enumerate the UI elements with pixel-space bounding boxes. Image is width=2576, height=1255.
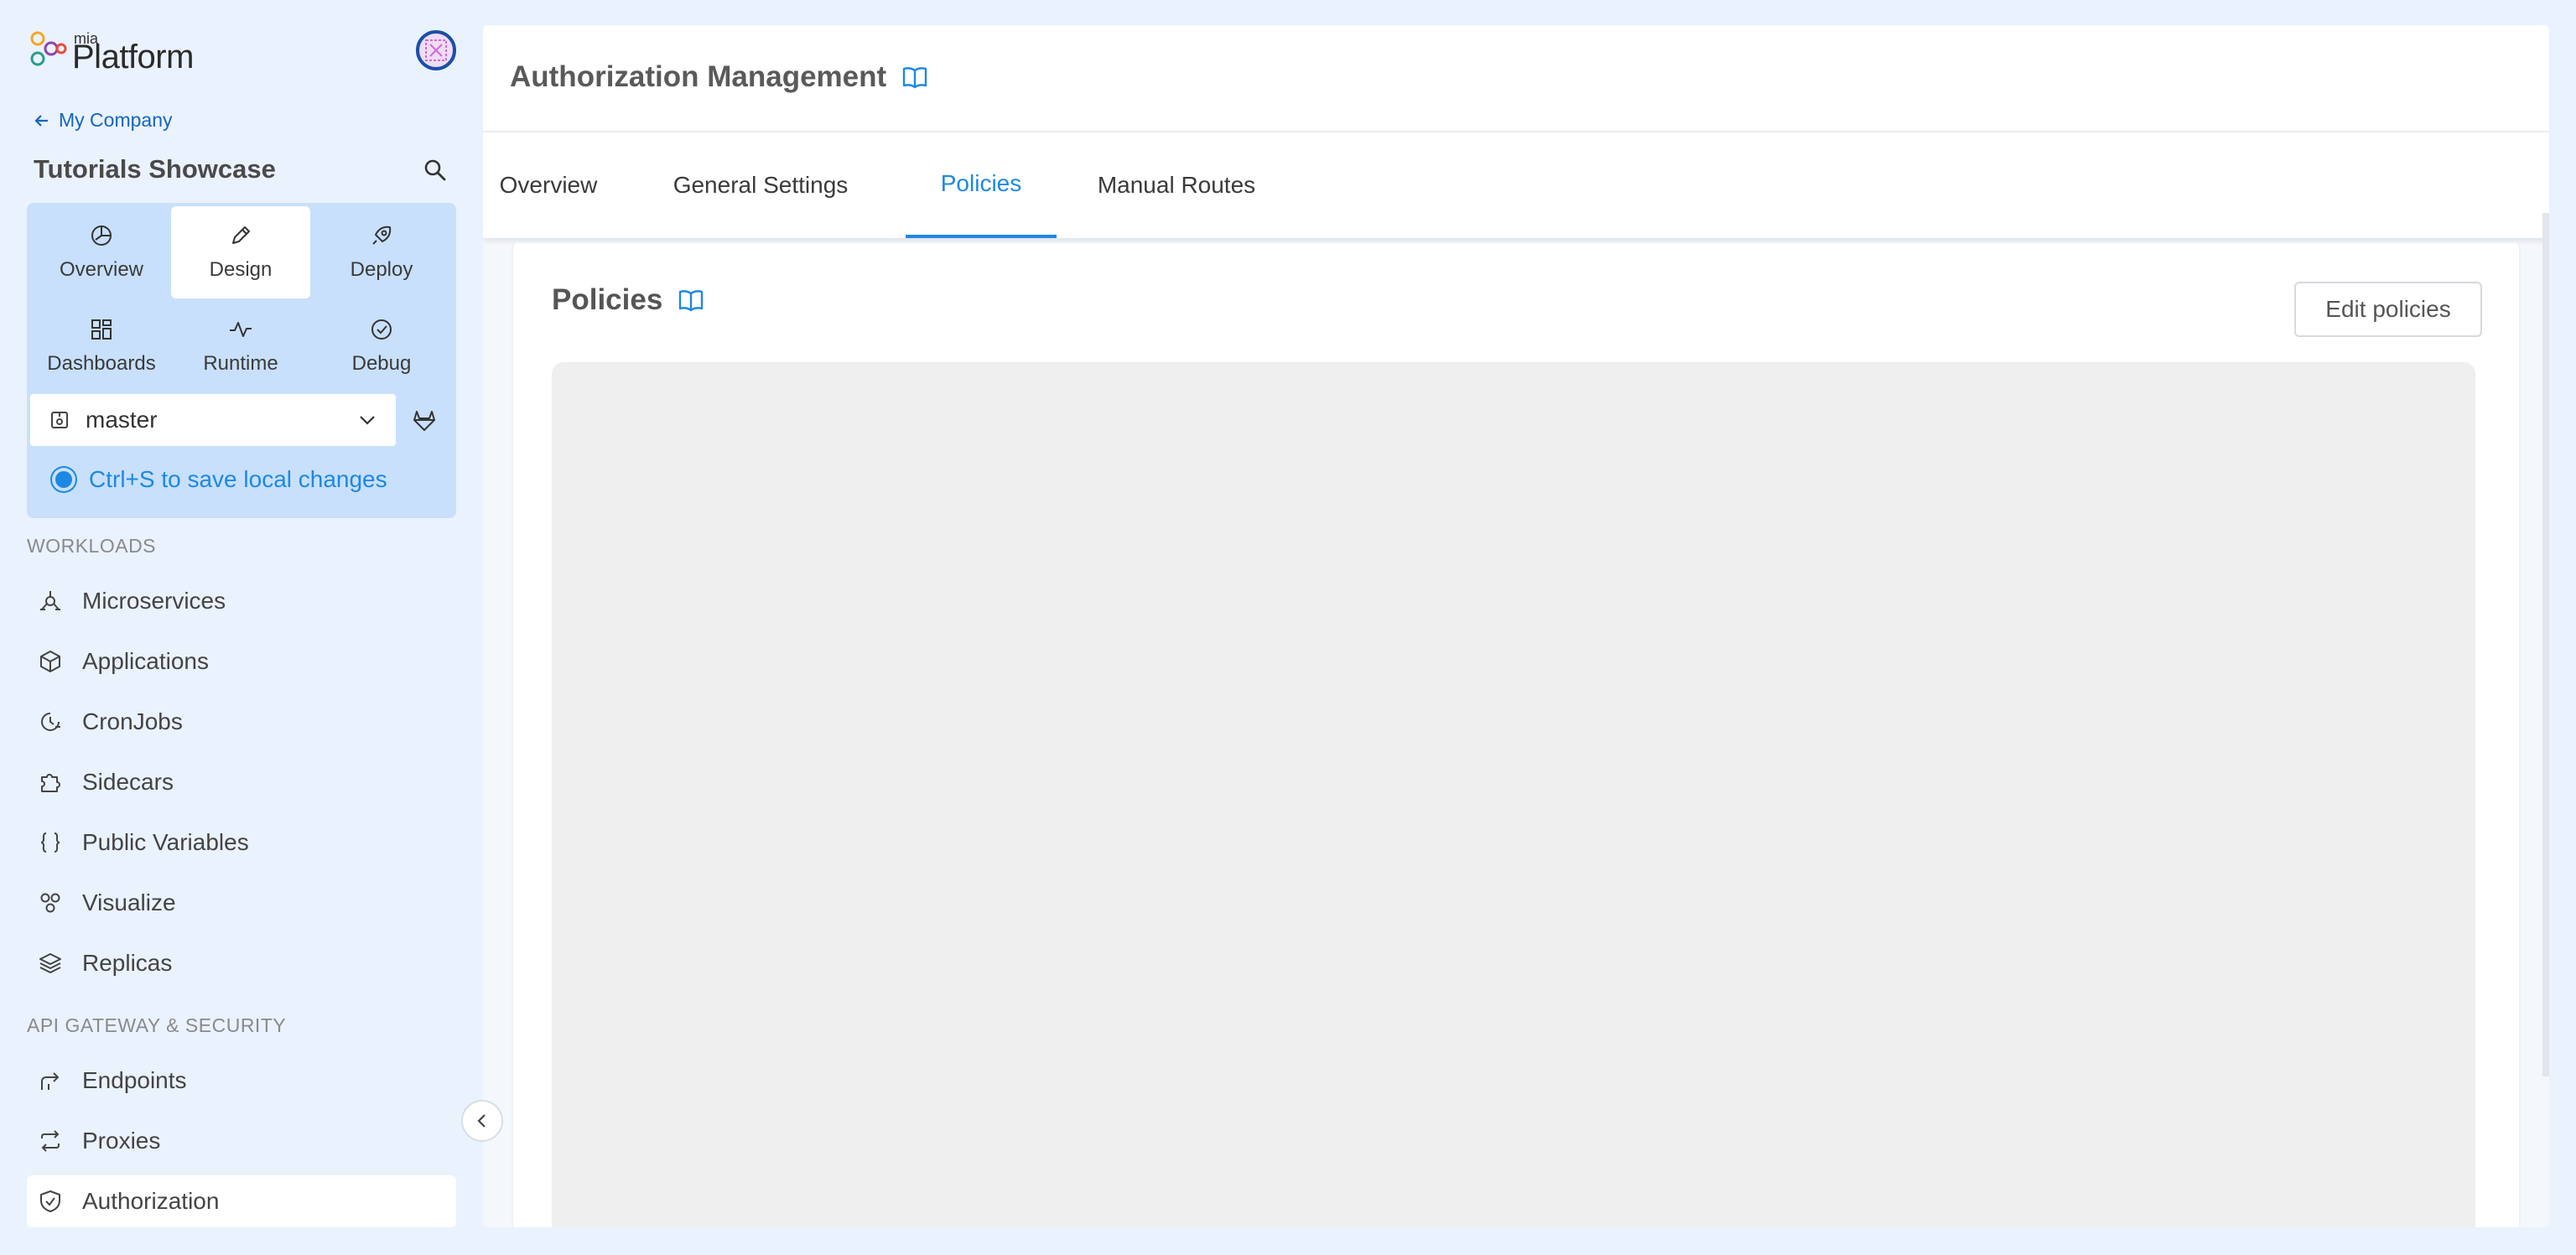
tabs-bar: Overview General Settings Policies Manua… [483, 132, 2549, 238]
tab-general-settings[interactable]: General Settings [666, 132, 855, 238]
status-dot-icon [55, 471, 72, 488]
menu-item-visualize[interactable]: Visualize [27, 877, 456, 929]
policies-editor[interactable] [552, 362, 2475, 1227]
page-title: Authorization Management [510, 60, 928, 94]
card-title: Policies [552, 283, 704, 317]
nav-tile-design[interactable]: Design [171, 206, 310, 298]
scrollbar[interactable] [2542, 213, 2549, 1076]
book-open-icon[interactable] [901, 65, 928, 90]
sidebar: mia Platform My Company Tutorials Showca… [0, 0, 470, 1255]
puzzle-icon [41, 774, 60, 792]
section-label-workloads: WORKLOADS [27, 535, 157, 557]
nav-tile-label: Overview [59, 258, 144, 281]
tab-policies[interactable]: Policies [906, 132, 1057, 238]
grid-icon [91, 319, 112, 340]
chevron-left-icon [477, 1114, 486, 1128]
shield-icon [40, 1190, 60, 1212]
chevron-down-icon [360, 416, 375, 425]
search-icon[interactable] [423, 158, 448, 183]
branch-value: master [86, 407, 158, 433]
endpoint-icon [41, 1072, 60, 1090]
main-content: Authorization Management Overview Genera… [483, 25, 2549, 1227]
logo-text-platform: Platform [72, 39, 194, 75]
nav-tile-label: Runtime [203, 352, 278, 375]
layers-icon [39, 953, 61, 973]
menu-item-sidecars[interactable]: Sidecars [27, 756, 456, 808]
swap-icon [41, 1130, 60, 1152]
nodes-icon [40, 893, 60, 913]
back-link-label: My Company [59, 109, 173, 131]
menu-item-microservices[interactable]: Microservices [27, 575, 456, 627]
menu-item-label: Visualize [82, 889, 176, 915]
card-title-text: Policies [552, 283, 663, 316]
page-title-text: Authorization Management [510, 60, 887, 93]
user-avatar[interactable] [416, 30, 456, 70]
menu-item-authorization[interactable]: Authorization [27, 1175, 456, 1227]
menu-item-label: Replicas [82, 950, 173, 976]
section-nav-panel: Overview Design Deploy Dashboards Runtim… [27, 203, 456, 518]
arrow-left-icon [34, 114, 48, 127]
nav-tile-dashboards[interactable]: Dashboards [32, 300, 171, 392]
mia-platform-logo[interactable]: mia Platform [30, 29, 215, 75]
nav-tile-runtime[interactable]: Runtime [171, 300, 310, 392]
braces-icon [40, 832, 60, 853]
menu-item-label: CronJobs [82, 708, 183, 734]
microservice-icon [40, 591, 60, 610]
nav-tile-label: Dashboards [47, 352, 156, 375]
menu-item-replicas[interactable]: Replicas [27, 937, 456, 989]
section-label-api-gateway: API GATEWAY & SECURITY [27, 1014, 287, 1036]
menu-item-label: Microservices [82, 588, 226, 614]
edit-policies-button[interactable]: Edit policies [2294, 282, 2482, 337]
menu-item-label: Authorization [82, 1188, 220, 1214]
save-hint-text: Ctrl+S to save local changes [89, 466, 387, 492]
avatar-pattern-icon [425, 39, 447, 61]
clock-icon [41, 713, 60, 731]
rocket-icon [372, 226, 392, 245]
menu-item-public-variables[interactable]: Public Variables [27, 817, 456, 869]
menu-item-applications[interactable]: Applications [27, 635, 456, 687]
nav-tile-debug[interactable]: Debug [312, 300, 451, 392]
cube-icon [40, 651, 60, 672]
logo-icon [30, 31, 67, 66]
branch-select[interactable]: master [30, 394, 396, 446]
tab-manual-routes[interactable]: Manual Routes [1090, 132, 1263, 238]
nav-tile-deploy[interactable]: Deploy [312, 206, 451, 298]
book-open-icon[interactable] [678, 288, 704, 313]
menu-item-label: Applications [82, 648, 209, 674]
nav-tile-label: Design [209, 258, 273, 281]
gitlab-icon[interactable] [411, 407, 438, 434]
back-to-company-link[interactable]: My Company [34, 109, 172, 132]
pencil-icon [232, 226, 250, 244]
menu-item-label: Endpoints [82, 1067, 187, 1093]
save-hint: Ctrl+S to save local changes [55, 466, 387, 493]
activity-icon [230, 322, 252, 337]
menu-item-proxies[interactable]: Proxies [27, 1115, 456, 1167]
policies-card: Policies Edit policies [512, 241, 2521, 1227]
project-title: Tutorials Showcase [34, 154, 276, 184]
tab-overview[interactable]: Overview [498, 132, 599, 238]
check-circle-icon [371, 319, 392, 340]
menu-item-label: Proxies [82, 1128, 161, 1154]
page-header: Authorization Management [483, 25, 2549, 132]
menu-item-label: Public Variables [82, 829, 249, 855]
menu-item-endpoints[interactable]: Endpoints [27, 1055, 456, 1107]
nav-tile-label: Deploy [350, 258, 413, 281]
nav-tile-label: Debug [351, 352, 412, 375]
nav-tile-overview[interactable]: Overview [32, 206, 171, 298]
branch-icon [51, 412, 68, 428]
collapse-sidebar-button[interactable] [461, 1100, 503, 1142]
menu-item-cronjobs[interactable]: CronJobs [27, 696, 456, 748]
menu-item-label: Sidecars [82, 769, 174, 795]
pie-chart-icon [91, 226, 112, 246]
